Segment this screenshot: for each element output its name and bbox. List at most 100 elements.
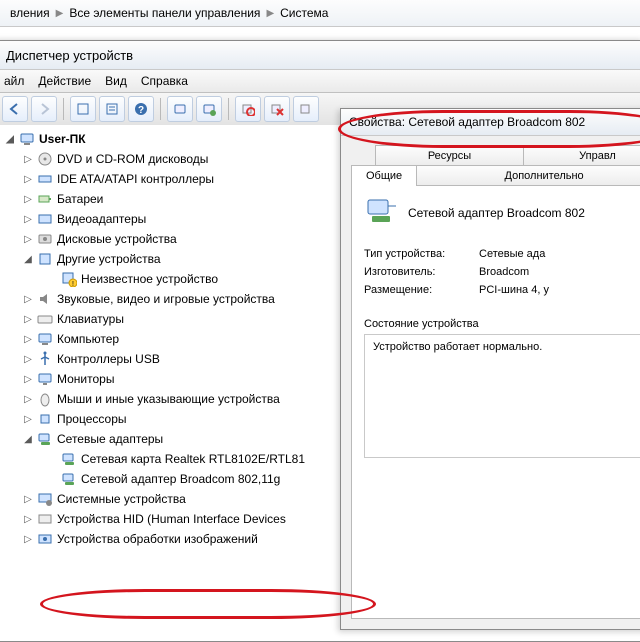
toolbar-refresh-icon[interactable] <box>293 96 319 122</box>
expand-icon[interactable]: ▷ <box>22 353 34 365</box>
device-class-icon <box>36 191 54 207</box>
tab-panel-general: Сетевой адаптер Broadcom 802 Тип устройс… <box>351 185 640 619</box>
device-class-icon <box>36 391 54 407</box>
device-class-icon <box>36 171 54 187</box>
tree-item[interactable]: ▷ Системные устройства <box>0 489 366 509</box>
device-class-icon <box>36 371 54 387</box>
device-class-icon <box>36 291 54 307</box>
tree-item[interactable]: ▷ Процессоры <box>0 409 366 429</box>
tab-power[interactable]: Управл <box>523 145 640 166</box>
tree-item-label: Компьютер <box>57 332 119 346</box>
expand-icon[interactable]: ▷ <box>22 313 34 325</box>
expand-icon[interactable]: ▷ <box>22 393 34 405</box>
menu-bar: айл Действие Вид Справка <box>0 70 640 93</box>
breadcrumb-item[interactable]: Все элементы панели управления <box>69 6 260 20</box>
toolbar-uninstall-icon[interactable] <box>264 96 290 122</box>
expand-icon[interactable]: ▷ <box>22 193 34 205</box>
svg-text:?: ? <box>138 105 144 116</box>
tree-item[interactable]: ▷ Устройства обработки изображений <box>0 529 366 549</box>
tree-item[interactable]: ▷ Звуковые, видео и игровые устройства <box>0 289 366 309</box>
device-class-icon <box>36 511 54 527</box>
tab-resources[interactable]: Ресурсы <box>375 145 524 166</box>
expand-icon[interactable]: ▷ <box>22 333 34 345</box>
device-class-icon <box>36 211 54 227</box>
toolbar-back-button[interactable] <box>2 96 28 122</box>
device-class-icon <box>36 531 54 547</box>
toolbar-show-icon[interactable] <box>70 96 96 122</box>
label-device-status: Состояние устройства <box>364 318 640 330</box>
tree-item-label: Мыши и иные указывающие устройства <box>57 392 280 406</box>
tree-root[interactable]: ◢ User-ПК <box>0 129 366 149</box>
tab-general[interactable]: Общие <box>351 165 417 186</box>
collapse-icon[interactable]: ◢ <box>22 433 34 445</box>
tree-item[interactable]: ◢ Другие устройства <box>0 249 366 269</box>
label-manufacturer: Изготовитель: <box>364 266 479 278</box>
tree-item[interactable]: ▷ Устройства HID (Human Interface Device… <box>0 509 366 529</box>
menu-view[interactable]: Вид <box>105 74 127 88</box>
tree-item[interactable]: ▷ DVD и CD-ROM дисководы <box>0 149 366 169</box>
window-title-text: Диспетчер устройств <box>6 48 133 63</box>
device-class-icon <box>36 411 54 427</box>
tree-item-label: Звуковые, видео и игровые устройства <box>57 292 275 306</box>
expand-icon[interactable]: ▷ <box>22 413 34 425</box>
tree-item[interactable]: Сетевой адаптер Broadcom 802,11g <box>0 469 366 489</box>
label-device-type: Тип устройства: <box>364 248 479 260</box>
expand-icon[interactable]: ▷ <box>22 493 34 505</box>
device-icon <box>60 471 78 487</box>
expand-icon[interactable]: ▷ <box>22 533 34 545</box>
network-adapter-icon <box>364 196 398 230</box>
expand-icon[interactable]: ▷ <box>22 213 34 225</box>
toolbar-update-icon[interactable] <box>196 96 222 122</box>
breadcrumb: вления ▶ Все элементы панели управления … <box>0 0 640 27</box>
expand-icon[interactable]: ▷ <box>22 153 34 165</box>
value-location: PCI-шина 4, у <box>479 284 549 296</box>
tree-item[interactable]: ▷ Контроллеры USB <box>0 349 366 369</box>
breadcrumb-item[interactable]: Система <box>280 6 328 20</box>
menu-action[interactable]: Действие <box>38 74 91 88</box>
tree-item[interactable]: ! Неизвестное устройство <box>0 269 366 289</box>
tree-item[interactable]: Сетевая карта Realtek RTL8102E/RTL81 <box>0 449 366 469</box>
expand-icon[interactable]: ▷ <box>22 233 34 245</box>
toolbar-separator <box>160 98 161 120</box>
tree-item-label: Неизвестное устройство <box>81 272 218 286</box>
toolbar-help-icon[interactable]: ? <box>128 96 154 122</box>
tree-item[interactable]: ▷ Мониторы <box>0 369 366 389</box>
tree-item[interactable]: ▷ Клавиатуры <box>0 309 366 329</box>
tree-item-label: Системные устройства <box>57 492 186 506</box>
tree-item-label: Контроллеры USB <box>57 352 160 366</box>
expand-icon[interactable]: ▷ <box>22 173 34 185</box>
toolbar-forward-button[interactable] <box>31 96 57 122</box>
expand-icon[interactable]: ▷ <box>22 373 34 385</box>
toolbar-properties-icon[interactable] <box>99 96 125 122</box>
tree-item[interactable]: ▷ Компьютер <box>0 329 366 349</box>
tree-item[interactable]: ▷ Дисковые устройства <box>0 229 366 249</box>
menu-file[interactable]: айл <box>4 74 24 88</box>
tree-item[interactable]: ▷ IDE ATA/ATAPI контроллеры <box>0 169 366 189</box>
tree-item[interactable]: ▷ Батареи <box>0 189 366 209</box>
device-tree[interactable]: ◢ User-ПК ▷ DVD и CD-ROM дисководы ▷ IDE… <box>0 125 366 641</box>
device-status-box[interactable]: Устройство работает нормально. <box>364 334 640 458</box>
expand-icon[interactable]: ▷ <box>22 293 34 305</box>
tree-item-label: Процессоры <box>57 412 127 426</box>
toolbar-scan-icon[interactable] <box>167 96 193 122</box>
device-name: Сетевой адаптер Broadcom 802 <box>408 206 585 220</box>
tree-item-label: Другие устройства <box>57 252 161 266</box>
tree-item[interactable]: ◢ Сетевые адаптеры <box>0 429 366 449</box>
device-icon <box>60 451 78 467</box>
expand-icon[interactable]: ▷ <box>22 513 34 525</box>
breadcrumb-item[interactable]: вления <box>10 6 50 20</box>
device-icon: ! <box>60 271 78 287</box>
svg-text:!: ! <box>72 281 74 287</box>
value-manufacturer: Broadcom <box>479 266 529 278</box>
collapse-icon[interactable]: ◢ <box>22 253 34 265</box>
leaf-icon <box>46 453 58 465</box>
tree-item[interactable]: ▷ Мыши и иные указывающие устройства <box>0 389 366 409</box>
tab-advanced[interactable]: Дополнительно <box>416 165 640 186</box>
menu-help[interactable]: Справка <box>141 74 188 88</box>
chevron-right-icon: ▶ <box>56 8 64 19</box>
collapse-icon[interactable]: ◢ <box>4 133 16 145</box>
toolbar-disable-icon[interactable] <box>235 96 261 122</box>
device-status-text: Устройство работает нормально. <box>373 341 542 353</box>
tree-root-label: User-ПК <box>39 132 86 146</box>
tree-item[interactable]: ▷ Видеоадаптеры <box>0 209 366 229</box>
